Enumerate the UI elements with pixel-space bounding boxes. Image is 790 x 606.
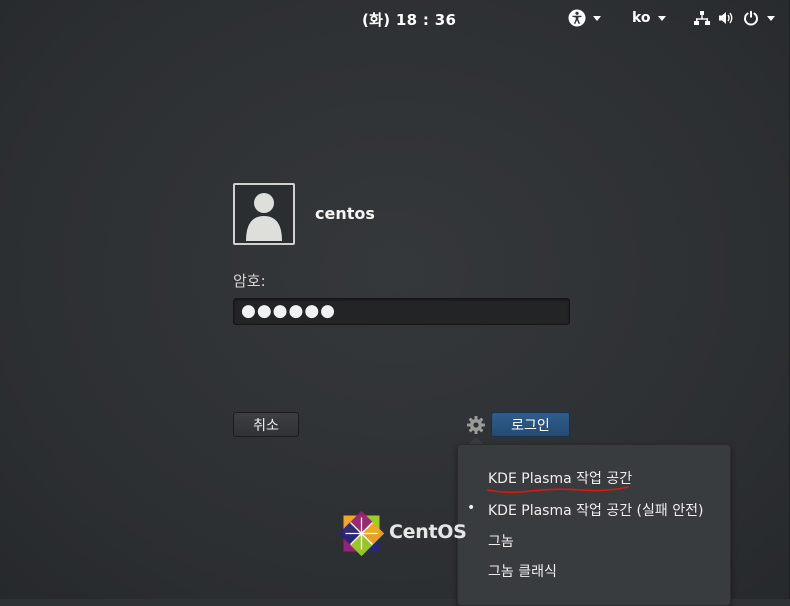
session-item-kde-failsafe[interactable]: KDE Plasma 작업 공간 (실패 안전) bbox=[488, 500, 703, 520]
username: centos bbox=[315, 204, 375, 223]
chevron-down-icon bbox=[593, 15, 601, 21]
login-button[interactable]: 로그인 bbox=[491, 412, 570, 437]
language-label: ko bbox=[632, 10, 651, 26]
accessibility-icon bbox=[568, 9, 586, 27]
session-item-gnome[interactable]: 그놈 bbox=[488, 531, 514, 551]
centos-logo-icon bbox=[339, 511, 384, 556]
red-annotation-underline bbox=[487, 486, 629, 494]
clock[interactable]: (화) 18 : 36 bbox=[362, 9, 456, 30]
language-menu[interactable]: ko bbox=[632, 8, 666, 28]
volume-icon bbox=[719, 12, 733, 24]
password-label: 암호: bbox=[233, 272, 266, 290]
user-avatar bbox=[233, 183, 295, 245]
session-menu: KDE Plasma 작업 공간 • KDE Plasma 작업 공간 (실패 … bbox=[457, 444, 731, 606]
network-icon bbox=[694, 11, 710, 25]
top-bar: (화) 18 : 36 ko bbox=[0, 0, 790, 34]
system-menu[interactable] bbox=[694, 8, 775, 28]
centos-logo-text: CentOS bbox=[389, 521, 467, 543]
password-value: ●●●●●● bbox=[241, 301, 337, 321]
session-item-gnome-classic[interactable]: 그놈 클래식 bbox=[488, 561, 557, 581]
chevron-down-icon bbox=[767, 15, 775, 21]
accessibility-menu[interactable] bbox=[568, 8, 601, 28]
power-icon bbox=[744, 10, 758, 26]
password-field[interactable]: ●●●●●● bbox=[233, 298, 570, 325]
user-avatar-icon bbox=[235, 185, 293, 243]
gear-icon[interactable] bbox=[466, 415, 486, 435]
selected-bullet: • bbox=[467, 500, 476, 516]
cancel-button[interactable]: 취소 bbox=[233, 412, 299, 437]
login-screen: (화) 18 : 36 ko centos 암호: ●●●●●● 취소 로그인 … bbox=[0, 0, 790, 606]
chevron-down-icon bbox=[657, 15, 666, 21]
